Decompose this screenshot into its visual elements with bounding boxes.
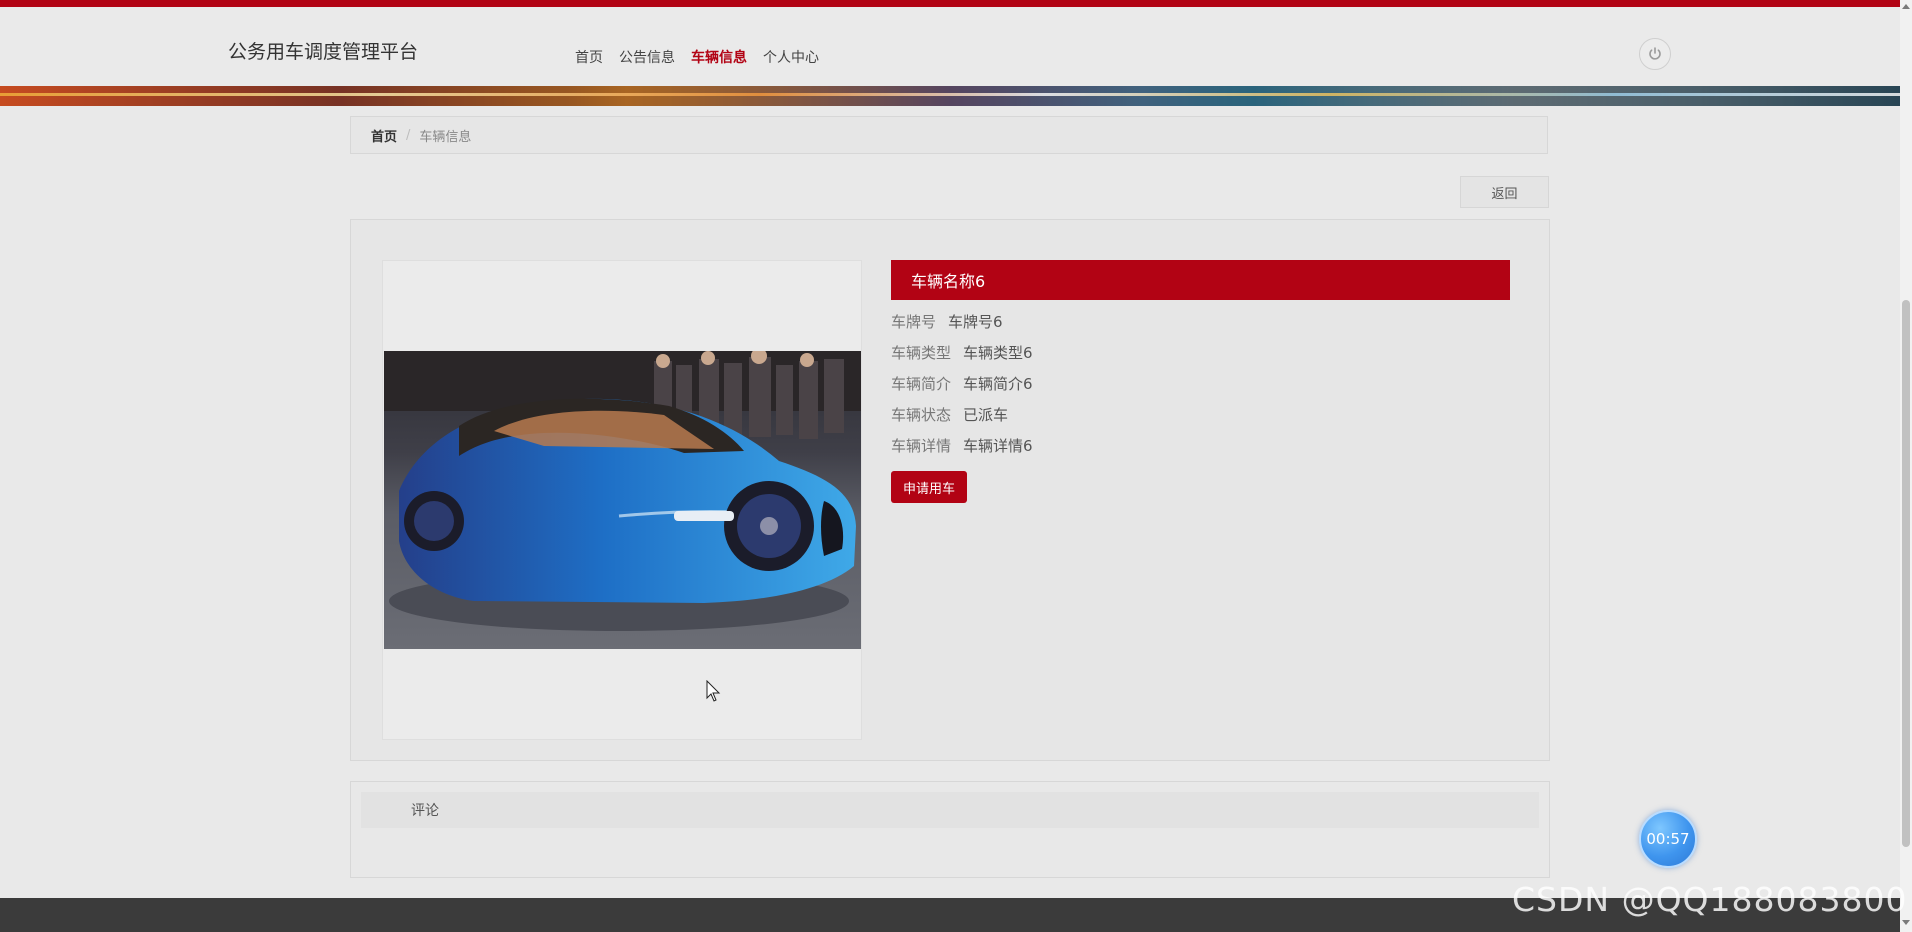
- vertical-scrollbar[interactable]: [1900, 0, 1912, 932]
- field-plate-number: 车牌号 车牌号6: [891, 313, 1511, 331]
- field-vehicle-intro: 车辆简介 车辆简介6: [891, 375, 1511, 393]
- top-accent-line: [0, 0, 1900, 7]
- field-label: 车辆详情: [891, 437, 952, 455]
- comment-panel: 评论: [350, 781, 1550, 878]
- vehicle-image-box: [382, 260, 862, 740]
- main-nav: 首页 公告信息 车辆信息 个人中心: [575, 47, 819, 67]
- site-title: 公务用车调度管理平台: [228, 41, 419, 63]
- watermark-text: CSDN @QQ188083800: [1512, 880, 1908, 919]
- breadcrumb-home[interactable]: 首页: [371, 126, 397, 145]
- field-vehicle-status: 车辆状态 已派车: [891, 406, 1511, 424]
- back-button[interactable]: 返回: [1460, 176, 1549, 208]
- power-icon: [1649, 47, 1661, 60]
- field-label: 车辆状态: [891, 406, 952, 424]
- apply-vehicle-button[interactable]: 申请用车: [891, 471, 967, 503]
- vehicle-info: 车辆名称6 车牌号 车牌号6 车辆类型 车辆类型6 车辆简介 车辆简介6 车辆状…: [891, 260, 1511, 503]
- scroll-up-icon[interactable]: [1902, 4, 1910, 9]
- vehicle-detail-panel: 车辆名称6 车牌号 车牌号6 车辆类型 车辆类型6 车辆简介 车辆简介6 车辆状…: [350, 219, 1550, 761]
- field-value: 车辆简介6: [963, 375, 1033, 393]
- field-vehicle-details: 车辆详情 车辆详情6: [891, 437, 1511, 455]
- recording-timer: 00:57: [1639, 810, 1697, 868]
- field-vehicle-type: 车辆类型 车辆类型6: [891, 344, 1511, 362]
- breadcrumb-current: 车辆信息: [419, 129, 472, 145]
- field-value: 已派车: [963, 406, 1009, 424]
- vehicle-photo: [384, 351, 861, 649]
- site-header: 公务用车调度管理平台 首页 公告信息 车辆信息 个人中心: [0, 7, 1900, 86]
- header-banner-image: [0, 86, 1900, 106]
- vehicle-name-title: 车辆名称6: [891, 260, 1510, 300]
- nav-announcements[interactable]: 公告信息: [619, 47, 675, 67]
- sports-car-image: [384, 351, 861, 631]
- field-value: 车辆详情6: [963, 437, 1033, 455]
- field-label: 车辆类型: [891, 344, 952, 362]
- field-value: 车牌号6: [948, 313, 1003, 331]
- scroll-thumb[interactable]: [1902, 300, 1910, 847]
- power-button[interactable]: [1639, 38, 1671, 70]
- nav-home[interactable]: 首页: [575, 47, 603, 67]
- field-label: 车牌号: [891, 313, 937, 331]
- breadcrumb-separator: /: [406, 127, 411, 143]
- mouse-cursor-icon: [706, 680, 721, 702]
- field-value: 车辆类型6: [963, 344, 1033, 362]
- breadcrumb: 首页 / 车辆信息: [350, 116, 1548, 154]
- scroll-down-icon[interactable]: [1902, 920, 1910, 925]
- field-label: 车辆简介: [891, 375, 952, 393]
- comment-title: 评论: [361, 792, 1539, 828]
- nav-personal-center[interactable]: 个人中心: [763, 47, 819, 67]
- nav-vehicle-info[interactable]: 车辆信息: [691, 47, 747, 67]
